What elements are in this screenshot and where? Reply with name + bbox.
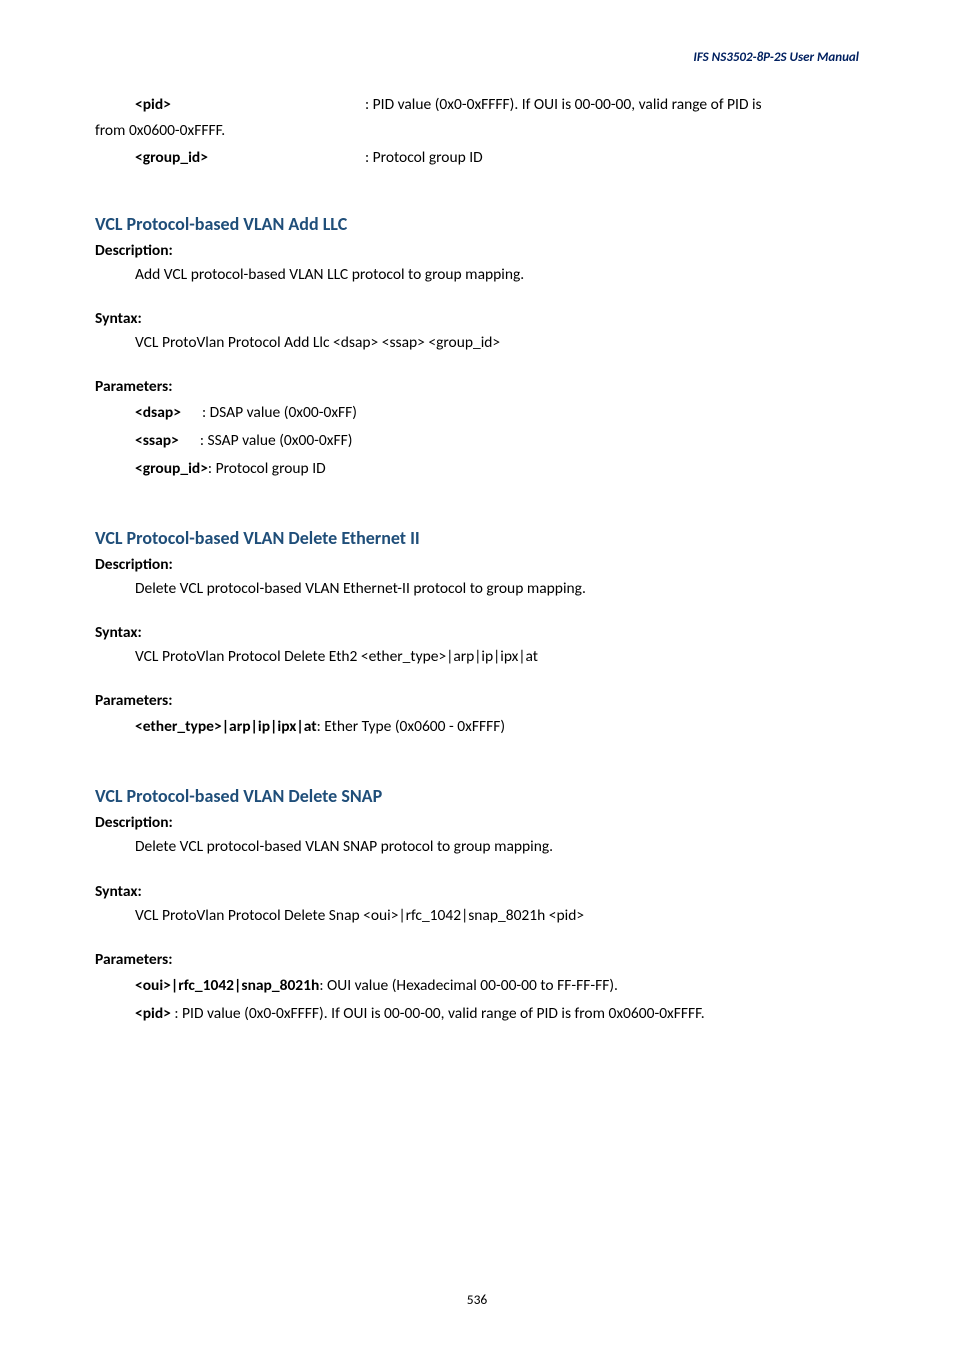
label-description: Description: bbox=[95, 813, 859, 832]
param-desc-group: : Protocol group ID bbox=[365, 146, 859, 169]
header-title: IFS NS3502-8P-2S User Manual bbox=[95, 50, 859, 65]
label-syntax: Syntax: bbox=[95, 882, 859, 901]
page-container: IFS NS3502-8P-2S User Manual <pid> : PID… bbox=[0, 0, 954, 1350]
top-param-block: <pid> : PID value (0x0-0xFFFF). If OUI i… bbox=[95, 93, 859, 169]
label-description: Description: bbox=[95, 241, 859, 260]
label-syntax: Syntax: bbox=[95, 623, 859, 642]
param-key-oui: <oui>|rfc_1042|snap_8021h bbox=[135, 976, 319, 995]
label-parameters: Parameters: bbox=[95, 691, 859, 710]
param-row: <ssap> : SSAP value (0x00-0xFF) bbox=[95, 427, 859, 455]
param-key-dsap: <dsap> bbox=[135, 403, 181, 422]
page-number: 536 bbox=[0, 1291, 954, 1308]
param-key-groupid: <group_id> bbox=[135, 459, 208, 478]
param-key-pid2: <pid> bbox=[135, 1004, 171, 1023]
heading-delete-eth2: VCL Protocol-based VLAN Delete Ethernet … bbox=[95, 527, 859, 549]
param-row: <ether_type>|arp|ip|ipx|at: Ether Type (… bbox=[95, 713, 859, 741]
text-description-addllc: Add VCL protocol-based VLAN LLC protocol… bbox=[95, 263, 859, 286]
text-syntax-delsnap: VCL ProtoVlan Protocol Delete Snap <oui>… bbox=[95, 904, 859, 927]
param-row: <pid> : PID value (0x0-0xFFFF). If OUI i… bbox=[95, 1000, 859, 1028]
param-desc-groupid: : Protocol group ID bbox=[208, 459, 326, 478]
label-parameters: Parameters: bbox=[95, 950, 859, 969]
param-desc-dsap: : DSAP value (0x00-0xFF) bbox=[202, 403, 357, 422]
text-description-delsnap: Delete VCL protocol-based VLAN SNAP prot… bbox=[95, 835, 859, 858]
param-row-group: <group_id> : Protocol group ID bbox=[95, 146, 859, 169]
heading-add-llc: VCL Protocol-based VLAN Add LLC bbox=[95, 213, 859, 235]
param-key-ethertype: <ether_type>|arp|ip|ipx|at bbox=[135, 717, 317, 736]
param-desc-oui: : OUI value (Hexadecimal 00-00-00 to FF-… bbox=[319, 976, 618, 995]
param-key-ssap: <ssap> bbox=[135, 431, 179, 450]
text-description-deleth2: Delete VCL protocol-based VLAN Ethernet-… bbox=[95, 577, 859, 600]
param-row: <oui>|rfc_1042|snap_8021h: OUI value (He… bbox=[95, 972, 859, 1000]
param-desc-pid2: : PID value (0x0-0xFFFF). If OUI is 00-0… bbox=[171, 1004, 705, 1023]
param-row: <dsap> : DSAP value (0x00-0xFF) bbox=[95, 399, 859, 427]
text-syntax-deleth2: VCL ProtoVlan Protocol Delete Eth2 <ethe… bbox=[95, 645, 859, 668]
label-description: Description: bbox=[95, 555, 859, 574]
label-parameters: Parameters: bbox=[95, 377, 859, 396]
param-continuation: from 0x0600-0xFFFF. bbox=[95, 119, 859, 142]
param-desc-ethertype: : Ether Type (0x0600 - 0xFFFF) bbox=[317, 717, 505, 736]
param-key-group: <group_id> bbox=[95, 146, 365, 169]
heading-delete-snap: VCL Protocol-based VLAN Delete SNAP bbox=[95, 785, 859, 807]
param-desc-pid: : PID value (0x0-0xFFFF). If OUI is 00-0… bbox=[365, 93, 859, 116]
text-syntax-addllc: VCL ProtoVlan Protocol Add Llc <dsap> <s… bbox=[95, 331, 859, 354]
param-key-pid: <pid> bbox=[95, 93, 365, 116]
param-desc-ssap: : SSAP value (0x00-0xFF) bbox=[200, 431, 353, 450]
param-row-pid: <pid> : PID value (0x0-0xFFFF). If OUI i… bbox=[95, 93, 859, 116]
param-row: <group_id>: Protocol group ID bbox=[95, 455, 859, 483]
label-syntax: Syntax: bbox=[95, 309, 859, 328]
